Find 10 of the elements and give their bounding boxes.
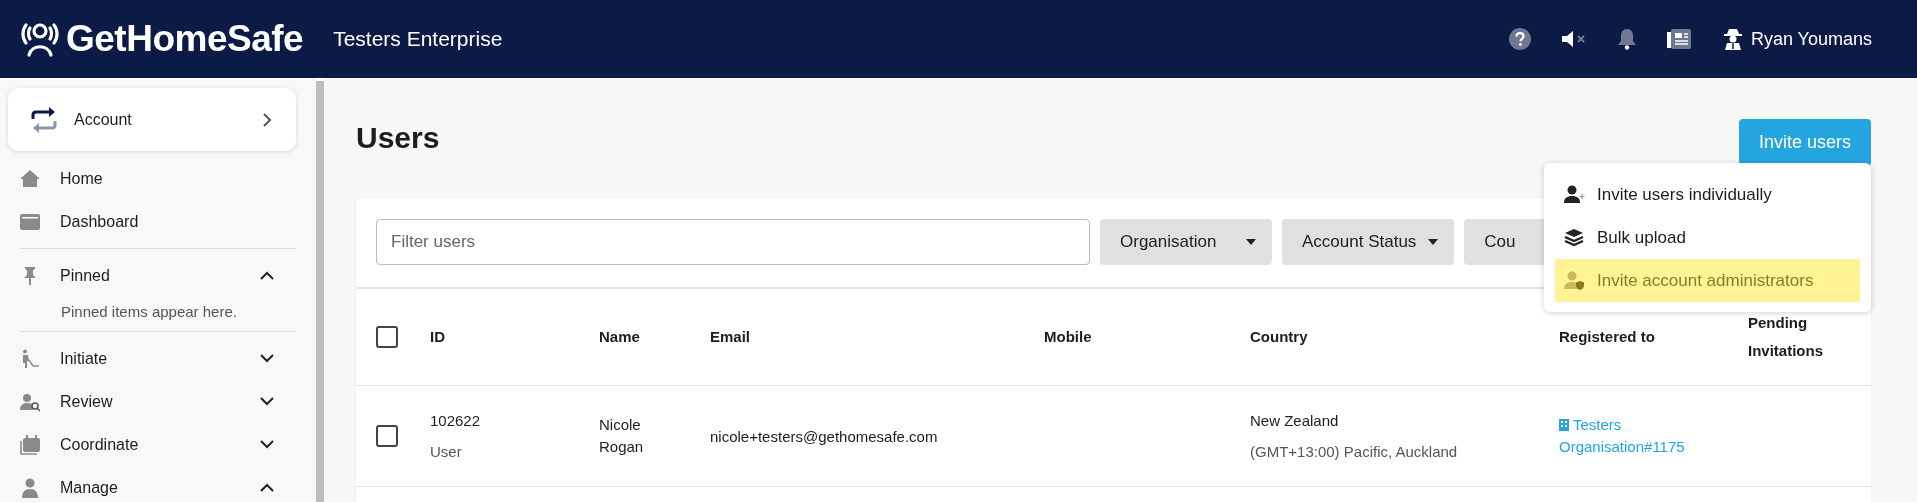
table-cell: New Zealand (1250, 412, 1339, 429)
timezone-text: (GMT+13:00) Pacific, Auckland (1250, 443, 1458, 460)
organisation-name: Testers Enterprise (333, 27, 503, 51)
table-cell: nicole+testers@gethomesafe.com (710, 427, 938, 445)
page-title: Users (356, 121, 440, 155)
table-cell-text: Nicole Rogan (599, 415, 645, 457)
empty-state-text: Pinned items appear here. (60, 302, 238, 322)
role-text: User (430, 443, 462, 460)
account-label: Account (74, 110, 133, 129)
table-cell: 102622 (430, 412, 481, 429)
